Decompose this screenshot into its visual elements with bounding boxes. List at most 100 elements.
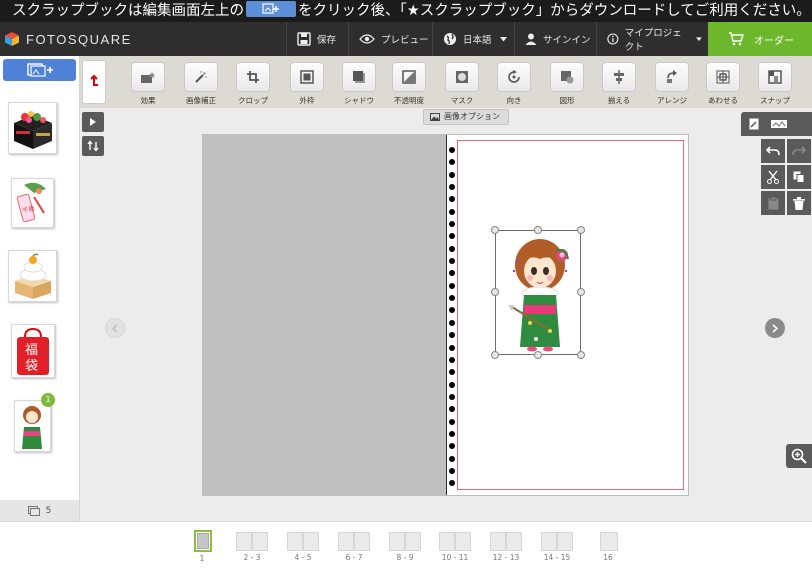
page-thumbnail[interactable]: 8 - 9 bbox=[389, 532, 421, 562]
resize-handle-top-left[interactable] bbox=[491, 226, 499, 234]
magic-wand-icon bbox=[184, 62, 218, 92]
logo-text: FOTOSQUARE bbox=[26, 31, 132, 47]
resize-handle-right[interactable] bbox=[577, 288, 585, 296]
resize-handle-bottom-right[interactable] bbox=[577, 351, 585, 359]
page-thumbnail[interactable]: 1 bbox=[186, 530, 218, 563]
my-projects-menu[interactable]: マイプロジェクト bbox=[596, 22, 708, 56]
svg-text:福: 福 bbox=[25, 343, 38, 358]
redo-icon bbox=[792, 146, 806, 156]
page-thumbnail[interactable]: 12 - 13 bbox=[490, 532, 522, 562]
paste-button[interactable] bbox=[761, 191, 785, 215]
page-thumbnail[interactable]: 14 - 15 bbox=[541, 532, 573, 562]
image-option-header[interactable] bbox=[741, 112, 812, 136]
resize-handle-left[interactable] bbox=[491, 288, 499, 296]
language-select[interactable]: 日本語 bbox=[432, 22, 514, 56]
signin-button[interactable]: サインイン bbox=[514, 22, 596, 56]
page-label: 16 bbox=[603, 553, 613, 562]
tool-label: 効果 bbox=[140, 96, 156, 105]
order-button[interactable]: オーダー bbox=[708, 22, 812, 56]
swap-pages-button[interactable] bbox=[82, 136, 104, 156]
page-thumbnail[interactable]: 10 - 11 bbox=[439, 532, 471, 562]
binder-hole bbox=[449, 332, 455, 339]
page-preview bbox=[194, 530, 212, 552]
photo-thumbnail-kimono-girl[interactable]: 1 bbox=[14, 393, 55, 452]
my-projects-label: マイプロジェクト bbox=[624, 28, 682, 53]
redo-button[interactable] bbox=[787, 139, 811, 163]
binder-hole bbox=[449, 245, 455, 252]
photo-thumbnail-chitose[interactable]: 千歳 bbox=[11, 178, 54, 228]
page-sheet bbox=[541, 532, 557, 551]
image-icon bbox=[430, 113, 440, 121]
binder-hole bbox=[449, 221, 455, 228]
copy-button[interactable] bbox=[787, 165, 811, 189]
add-photo-inline-icon bbox=[246, 1, 296, 17]
fotosquare-logo[interactable]: FOTOSQUARE bbox=[4, 29, 132, 49]
delete-button[interactable] bbox=[787, 191, 811, 215]
next-page-button[interactable] bbox=[765, 318, 785, 338]
image-options-tab[interactable]: 画像オプション bbox=[423, 109, 509, 125]
tool-effect[interactable]: 効果 bbox=[130, 62, 166, 106]
tool-shape[interactable]: 図形 bbox=[549, 62, 585, 106]
photo-thumbnail-fukubukuro[interactable]: 福 袋 bbox=[11, 324, 55, 378]
page-spread[interactable] bbox=[202, 134, 689, 496]
left-page[interactable] bbox=[203, 135, 446, 495]
tool-shadow[interactable]: シャドウ bbox=[341, 62, 377, 106]
tool-frame[interactable]: 外枠 bbox=[289, 62, 325, 106]
tool-fit[interactable]: あわせる bbox=[705, 62, 741, 106]
page-label: 6 - 7 bbox=[345, 553, 363, 562]
page-thumbnail[interactable]: 2 - 3 bbox=[236, 532, 268, 562]
page-preview bbox=[389, 532, 421, 551]
page-sheet bbox=[600, 532, 618, 551]
page-thumbnail[interactable]: 16 bbox=[592, 532, 624, 562]
photo-thumbnail-osechi[interactable] bbox=[8, 102, 57, 154]
tool-label: スナップ bbox=[760, 96, 790, 105]
zoom-button[interactable] bbox=[786, 444, 812, 468]
image-options-label: 画像オプション bbox=[444, 112, 500, 121]
cut-button[interactable] bbox=[761, 165, 785, 189]
undo-button[interactable] bbox=[761, 139, 785, 163]
page-label: 1 bbox=[199, 554, 205, 563]
preview-label: プレビュー bbox=[381, 35, 429, 46]
resize-handle-bottom-left[interactable] bbox=[491, 351, 499, 359]
page-label: 12 - 13 bbox=[492, 553, 520, 562]
tool-crop[interactable]: クロップ bbox=[235, 62, 271, 106]
save-icon bbox=[297, 32, 311, 46]
page-preview bbox=[338, 532, 370, 551]
tool-mask[interactable]: マスク bbox=[444, 62, 480, 106]
add-photo-icon bbox=[26, 63, 53, 77]
tool-magic-wand[interactable]: 画像補正 bbox=[183, 62, 219, 106]
save-button[interactable]: 保存 bbox=[286, 22, 348, 56]
tool-rotate[interactable]: 向き bbox=[496, 62, 532, 106]
expand-panel-button[interactable] bbox=[82, 112, 104, 132]
page-sheet bbox=[354, 532, 370, 551]
kimono-girl-thumb-image bbox=[22, 406, 42, 449]
page-thumbnail[interactable]: 6 - 7 bbox=[338, 532, 370, 562]
binder-hole bbox=[449, 443, 455, 450]
binder-hole bbox=[449, 196, 455, 203]
tool-label: 画像補正 bbox=[186, 96, 216, 105]
previous-page-button[interactable] bbox=[105, 318, 125, 338]
binder-hole bbox=[449, 418, 455, 425]
page-thumbnail[interactable]: 4 - 5 bbox=[287, 532, 319, 562]
tool-snap[interactable]: スナップ bbox=[757, 62, 793, 106]
crop-icon bbox=[236, 62, 270, 92]
resize-handle-bottom[interactable] bbox=[534, 351, 542, 359]
tool-opacity[interactable]: 不透明度 bbox=[391, 62, 427, 106]
preview-button[interactable]: プレビュー bbox=[348, 22, 432, 56]
tool-align[interactable]: 揃える bbox=[601, 62, 637, 106]
tool-arrange[interactable]: アレンジ bbox=[654, 62, 690, 106]
photo-thumbnail-kagami[interactable] bbox=[8, 250, 57, 302]
resize-handle-top[interactable] bbox=[534, 226, 542, 234]
info-icon bbox=[607, 33, 619, 45]
resize-handle-top-right[interactable] bbox=[577, 226, 585, 234]
binder-hole bbox=[449, 282, 455, 289]
collapse-toolbar-button[interactable] bbox=[82, 60, 106, 104]
page-navigator: 1 2 - 3 4 - 5 6 - 7 8 - 9 10 - 11 12 - 13 14 - … bbox=[0, 521, 812, 573]
add-photo-button[interactable] bbox=[3, 59, 76, 81]
signin-label: サインイン bbox=[543, 35, 591, 46]
selected-photo[interactable] bbox=[495, 230, 581, 355]
page-label: 2 - 3 bbox=[243, 553, 261, 562]
zoom-in-icon bbox=[791, 448, 807, 464]
user-icon bbox=[525, 33, 537, 45]
osechi-box-image bbox=[14, 111, 52, 149]
